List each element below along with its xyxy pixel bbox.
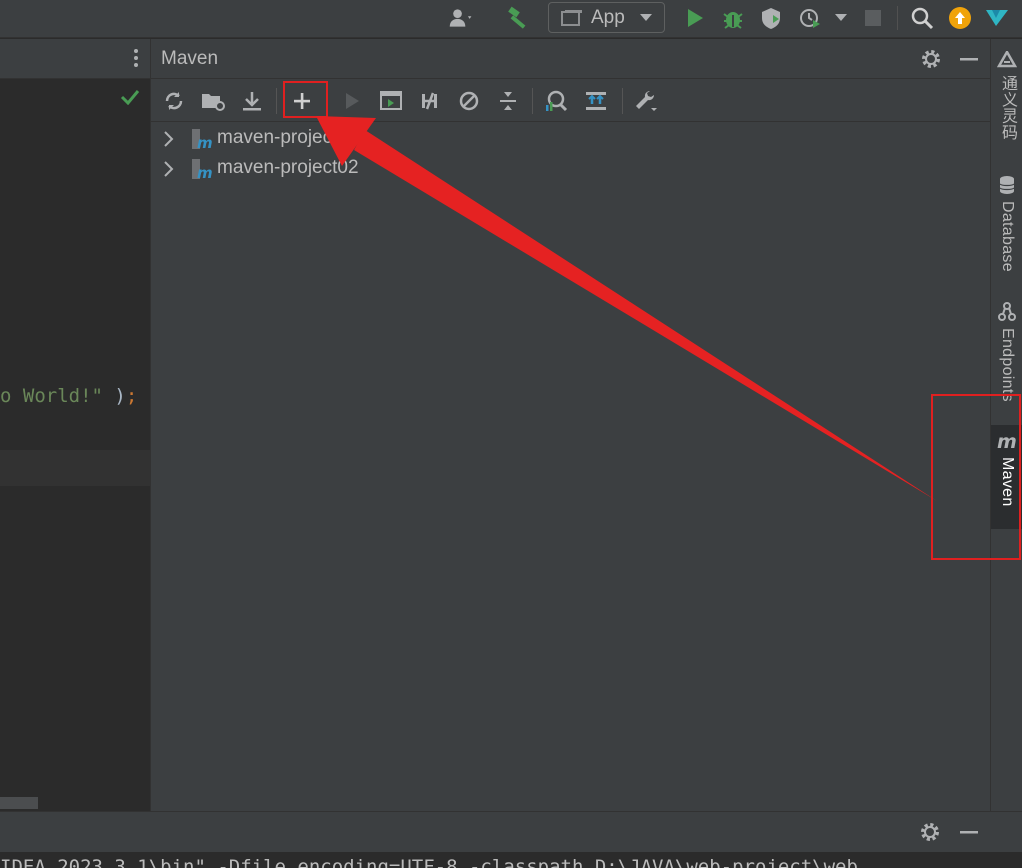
horizontal-scrollbar[interactable] bbox=[0, 797, 38, 809]
coverage-icon[interactable] bbox=[758, 5, 784, 31]
code-punctuation: ) bbox=[102, 385, 126, 407]
download-sources-icon[interactable] bbox=[239, 88, 265, 114]
project-name: maven-project02 bbox=[217, 157, 359, 178]
gear-icon[interactable] bbox=[919, 47, 943, 71]
execute-maven-goal-icon[interactable] bbox=[378, 88, 404, 114]
tool-window-database[interactable]: Database bbox=[991, 175, 1022, 272]
maven-title: Maven bbox=[161, 48, 219, 69]
application-icon bbox=[561, 9, 582, 26]
collapse-all-icon[interactable] bbox=[495, 88, 521, 114]
generate-sources-icon[interactable] bbox=[200, 88, 226, 114]
current-line-highlight bbox=[0, 450, 150, 486]
show-dependencies-icon[interactable] bbox=[583, 88, 609, 114]
toolbar-separator bbox=[532, 88, 533, 114]
maven-toolbar bbox=[151, 80, 991, 122]
debug-icon[interactable] bbox=[720, 5, 746, 31]
maven-header: Maven bbox=[151, 39, 991, 79]
tree-item-maven-project01[interactable]: m maven-project01 bbox=[151, 124, 991, 154]
svg-text:m: m bbox=[197, 134, 213, 150]
editor-tab-bar bbox=[0, 39, 150, 79]
toolbar-separator bbox=[276, 88, 277, 114]
maven-tool-window: Maven m maven-project01 m maven-project0… bbox=[150, 39, 991, 811]
gear-icon[interactable] bbox=[918, 820, 942, 844]
code-semicolon: ; bbox=[125, 385, 138, 407]
chevron-down-icon[interactable] bbox=[828, 5, 854, 31]
maven-module-icon: m bbox=[192, 159, 213, 180]
tool-window-tongyi-lingma[interactable]: 通义灵码 bbox=[991, 51, 1022, 140]
svg-text:m: m bbox=[197, 164, 213, 180]
highlight-box-add-project bbox=[283, 81, 328, 118]
main-toolbar: App bbox=[0, 0, 1022, 38]
database-icon bbox=[999, 176, 1015, 194]
tool-window-label: Endpoints bbox=[999, 328, 1016, 402]
highlight-box-maven-tab bbox=[931, 394, 1021, 560]
minimize-icon[interactable] bbox=[957, 820, 981, 844]
reload-all-projects-icon[interactable] bbox=[161, 88, 187, 114]
toolbar-separator bbox=[897, 6, 898, 30]
minimize-icon[interactable] bbox=[957, 47, 981, 71]
build-hammer-icon[interactable] bbox=[505, 5, 531, 31]
run-maven-build-icon[interactable] bbox=[339, 88, 365, 114]
code-line: o World!" ); bbox=[0, 385, 137, 407]
maven-module-icon: m bbox=[192, 129, 213, 150]
toggle-offline-mode-icon[interactable] bbox=[417, 88, 443, 114]
search-icon[interactable] bbox=[909, 5, 935, 31]
maven-settings-wrench-icon[interactable] bbox=[633, 88, 659, 114]
chevron-down-icon bbox=[639, 13, 652, 21]
no-problems-check-icon bbox=[120, 90, 140, 105]
profiler-icon[interactable] bbox=[798, 5, 824, 31]
code-string-literal: o World!" bbox=[0, 385, 103, 407]
tool-window-label: 通义灵码 bbox=[999, 75, 1016, 141]
run-configuration-selector[interactable]: App bbox=[548, 2, 665, 33]
code-editor[interactable]: o World!" ); bbox=[0, 39, 150, 811]
run-icon[interactable] bbox=[682, 5, 708, 31]
tool-window-label: Database bbox=[999, 201, 1016, 272]
toolbar-separator bbox=[622, 88, 623, 114]
update-available-icon[interactable] bbox=[947, 5, 973, 31]
maven-projects-tree: m maven-project01 m maven-project02 bbox=[151, 123, 991, 811]
more-options-icon[interactable] bbox=[134, 49, 138, 69]
user-account-icon[interactable] bbox=[448, 5, 474, 31]
analyze-dependencies-icon[interactable] bbox=[543, 88, 569, 114]
project-name: maven-project01 bbox=[217, 127, 359, 148]
skip-tests-icon[interactable] bbox=[456, 88, 482, 114]
tree-item-maven-project02[interactable]: m maven-project02 bbox=[151, 154, 991, 184]
chevron-right-icon[interactable] bbox=[161, 129, 177, 149]
console-header bbox=[0, 812, 1022, 852]
console-output-line: IDEA 2023.3.1\bin" -Dfile.encoding=UTF-8… bbox=[0, 856, 858, 868]
tongyi-lingma-icon bbox=[997, 51, 1017, 68]
run-configuration-label: App bbox=[591, 6, 625, 28]
tool-window-endpoints[interactable]: Endpoints bbox=[991, 302, 1022, 402]
run-console-panel: IDEA 2023.3.1\bin" -Dfile.encoding=UTF-8… bbox=[0, 811, 1022, 868]
chevron-right-icon[interactable] bbox=[161, 159, 177, 179]
ai-assistant-icon[interactable] bbox=[984, 5, 1010, 31]
stop-icon[interactable] bbox=[860, 5, 886, 31]
endpoints-icon bbox=[998, 302, 1016, 321]
